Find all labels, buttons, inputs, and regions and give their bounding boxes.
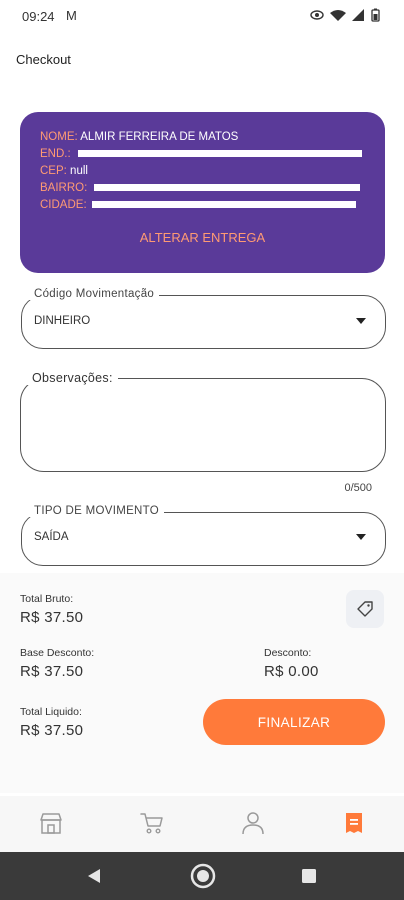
gross-total-value: R$ 37.50 bbox=[20, 609, 84, 626]
net-total-value: R$ 37.50 bbox=[20, 722, 84, 739]
address-redaction bbox=[78, 150, 362, 157]
status-time: 09:24 bbox=[22, 9, 55, 24]
status-bar: 09:24 M bbox=[0, 0, 404, 32]
page-title: Checkout bbox=[16, 52, 71, 67]
summary-panel bbox=[0, 573, 404, 793]
tag-icon bbox=[357, 601, 373, 617]
nav-orders[interactable] bbox=[339, 808, 369, 838]
observations-counter: 0/500 bbox=[344, 482, 372, 494]
mail-notification-icon: M bbox=[66, 8, 77, 23]
city-redaction bbox=[92, 201, 356, 208]
chevron-down-icon bbox=[356, 534, 366, 540]
discount-base-value: R$ 37.50 bbox=[20, 663, 84, 680]
observations-textarea[interactable] bbox=[20, 378, 386, 472]
user-icon bbox=[242, 812, 264, 835]
status-icons bbox=[310, 8, 386, 25]
city-label: CIDADE: bbox=[40, 199, 87, 211]
address-label: END.: bbox=[40, 148, 71, 160]
district-redaction bbox=[94, 184, 360, 191]
name-label: NOME: bbox=[40, 131, 78, 143]
cep-label: CEP: bbox=[40, 165, 67, 177]
back-icon bbox=[88, 869, 100, 883]
movement-code-label: Código Movimentação bbox=[29, 288, 160, 300]
observations-label: Observações: bbox=[27, 371, 118, 385]
movement-type-label: TIPO DE MOVIMENTO bbox=[29, 505, 165, 517]
wifi-icon bbox=[330, 10, 346, 21]
gross-total-label: Total Bruto: bbox=[20, 593, 74, 605]
district-label: BAIRRO: bbox=[40, 182, 88, 194]
finalize-button[interactable]: FINALIZAR bbox=[203, 699, 385, 745]
cart-icon bbox=[140, 813, 163, 834]
movement-code-value: DINHEIRO bbox=[34, 315, 91, 327]
back-button[interactable] bbox=[86, 867, 102, 890]
delivery-card: NOME: ALMIR FERREIRA DE MATOS END.: CEP:… bbox=[20, 112, 385, 273]
recents-button[interactable] bbox=[302, 869, 316, 888]
signal-icon bbox=[352, 9, 364, 21]
nav-profile[interactable] bbox=[238, 808, 268, 838]
receipt-icon bbox=[346, 813, 362, 833]
store-icon bbox=[40, 813, 62, 834]
battery-icon bbox=[371, 8, 380, 22]
home-button[interactable] bbox=[189, 862, 217, 895]
eye-icon bbox=[310, 10, 324, 20]
cep-value: null bbox=[70, 165, 88, 177]
net-total-label: Total Liquido: bbox=[20, 706, 82, 718]
coupon-button[interactable] bbox=[346, 590, 384, 628]
change-delivery-button[interactable]: ALTERAR ENTREGA bbox=[20, 230, 385, 245]
district-row: BAIRRO: bbox=[40, 181, 87, 195]
nav-store[interactable] bbox=[36, 808, 66, 838]
recents-icon bbox=[302, 869, 316, 883]
discount-value: R$ 0.00 bbox=[264, 663, 319, 680]
nav-cart[interactable] bbox=[137, 808, 167, 838]
name-value: ALMIR FERREIRA DE MATOS bbox=[80, 131, 239, 143]
name-row: NOME: ALMIR FERREIRA DE MATOS bbox=[40, 130, 238, 144]
discount-base-label: Base Desconto: bbox=[20, 647, 95, 659]
home-icon bbox=[190, 863, 216, 889]
city-row: CIDADE: bbox=[40, 198, 87, 212]
cep-row: CEP: null bbox=[40, 164, 88, 178]
movement-type-value: SAÍDA bbox=[34, 531, 69, 543]
chevron-down-icon bbox=[356, 318, 366, 324]
discount-label: Desconto: bbox=[264, 647, 312, 659]
address-row: END.: bbox=[40, 147, 71, 161]
movement-type-select[interactable] bbox=[21, 512, 386, 566]
